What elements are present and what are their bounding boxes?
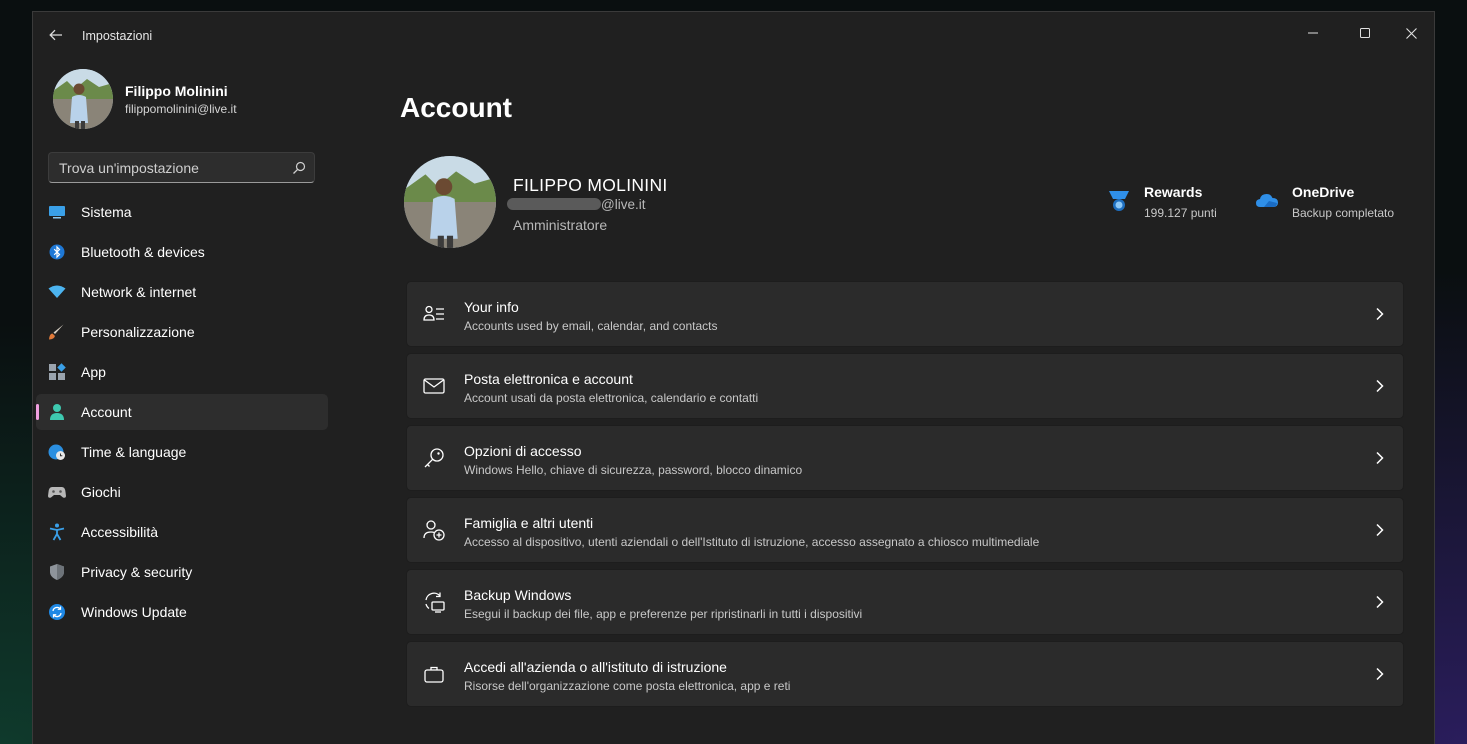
search-icon[interactable] xyxy=(292,161,306,175)
avatar xyxy=(53,69,113,129)
sidebar-item-privacy-security[interactable]: Privacy & security xyxy=(36,554,328,590)
account-role: Amministratore xyxy=(513,217,608,233)
sidebar-item-giochi[interactable]: Giochi xyxy=(36,474,328,510)
sidebar-item-network[interactable]: Network & internet xyxy=(36,274,328,310)
chevron-right-icon xyxy=(1376,523,1384,537)
card-family-users[interactable]: Famiglia e altri utenti Accesso al dispo… xyxy=(406,497,1404,563)
card-subtitle: Esegui il backup dei file, app e prefere… xyxy=(464,607,863,621)
account-email-suffix: @live.it xyxy=(601,197,646,212)
card-subtitle: Account usati da posta elettronica, cale… xyxy=(464,391,759,405)
sidebar-item-label: Giochi xyxy=(81,484,121,500)
close-icon xyxy=(1405,27,1417,39)
rewards-points: 199.127 punti xyxy=(1144,206,1217,220)
briefcase-icon xyxy=(424,666,444,683)
title-bar: Impostazioni xyxy=(33,12,1434,58)
shield-icon xyxy=(48,563,66,581)
maximize-icon xyxy=(1360,28,1370,38)
back-button[interactable] xyxy=(41,22,71,48)
active-indicator xyxy=(36,404,39,420)
person-info-icon xyxy=(423,305,444,321)
card-email-accounts[interactable]: Posta elettronica e account Account usat… xyxy=(406,353,1404,419)
settings-window: Impostazioni Filippo Molinini filippomol… xyxy=(32,11,1435,744)
sidebar-item-personalizzazione[interactable]: Personalizzazione xyxy=(36,314,328,350)
card-your-info[interactable]: Your info Accounts used by email, calend… xyxy=(406,281,1404,347)
person-icon xyxy=(48,403,66,421)
globe-clock-icon xyxy=(48,443,66,461)
card-subtitle: Accounts used by email, calendar, and co… xyxy=(464,319,718,333)
sidebar-item-app[interactable]: App xyxy=(36,354,328,390)
card-title: Posta elettronica e account xyxy=(464,371,633,387)
update-icon xyxy=(48,603,66,621)
sidebar-item-label: Personalizzazione xyxy=(81,324,195,340)
account-avatar xyxy=(404,156,496,248)
sidebar-item-label: Windows Update xyxy=(81,604,187,620)
card-windows-backup[interactable]: Backup Windows Esegui il backup dei file… xyxy=(406,569,1404,635)
account-email: @live.it xyxy=(507,197,645,212)
card-subtitle: Risorse dell'organizzazione come posta e… xyxy=(464,679,791,693)
page-title: Account xyxy=(400,92,512,123)
bluetooth-icon xyxy=(48,243,66,261)
chevron-right-icon xyxy=(1376,307,1384,321)
account-settings-list: Your info Accounts used by email, calend… xyxy=(406,281,1404,713)
search-box[interactable] xyxy=(48,152,315,183)
monitor-icon xyxy=(48,203,66,221)
account-name: FILIPPO MOLININI xyxy=(513,175,668,195)
sidebar-item-label: Account xyxy=(81,404,132,420)
search-input[interactable] xyxy=(49,153,299,182)
close-button[interactable] xyxy=(1389,18,1433,48)
chevron-right-icon xyxy=(1376,595,1384,609)
profile-email: filippomolinini@live.it xyxy=(125,102,237,116)
onedrive-status: Backup completato xyxy=(1292,206,1395,220)
card-title: Your info xyxy=(464,299,519,315)
onedrive-title: OneDrive xyxy=(1292,184,1355,200)
card-subtitle: Windows Hello, chiave di sicurezza, pass… xyxy=(464,463,803,477)
sidebar-nav: Sistema Bluetooth & devices Network & in… xyxy=(36,194,328,634)
onedrive-cloud-icon xyxy=(1256,194,1278,207)
sidebar-item-windows-update[interactable]: Windows Update xyxy=(36,594,328,630)
apps-icon xyxy=(48,363,66,381)
sidebar-item-label: Sistema xyxy=(81,204,132,220)
rewards-title: Rewards xyxy=(1144,184,1203,200)
card-title: Opzioni di accesso xyxy=(464,443,582,459)
maximize-button[interactable] xyxy=(1343,18,1387,48)
card-subtitle: Accesso al dispositivo, utenti aziendali… xyxy=(464,535,1040,549)
profile-name: Filippo Molinini xyxy=(125,83,228,99)
wifi-icon xyxy=(48,283,66,301)
rewards-medal-icon xyxy=(1109,191,1129,211)
chevron-right-icon xyxy=(1376,667,1384,681)
back-arrow-icon xyxy=(49,29,62,41)
card-sign-in-options[interactable]: Opzioni di accesso Windows Hello, chiave… xyxy=(406,425,1404,491)
card-title: Backup Windows xyxy=(464,587,572,603)
sidebar-item-time-language[interactable]: Time & language xyxy=(36,434,328,470)
sidebar-item-label: Time & language xyxy=(81,444,187,460)
sidebar-item-account[interactable]: Account xyxy=(36,394,328,430)
minimize-button[interactable] xyxy=(1291,18,1335,48)
sidebar-item-sistema[interactable]: Sistema xyxy=(36,194,328,230)
minimize-icon xyxy=(1308,32,1318,34)
card-title: Accedi all'azienda o all'istituto di ist… xyxy=(464,659,727,675)
gamepad-icon xyxy=(48,483,66,501)
card-title: Famiglia e altri utenti xyxy=(464,515,594,531)
chevron-right-icon xyxy=(1376,379,1384,393)
sidebar-item-label: Accessibilità xyxy=(81,524,159,540)
sidebar-item-label: Bluetooth & devices xyxy=(81,244,205,260)
person-add-icon xyxy=(423,520,445,541)
brush-icon xyxy=(48,323,66,341)
backup-icon xyxy=(425,592,445,613)
sidebar-item-accessibilita[interactable]: Accessibilità xyxy=(36,514,328,550)
sidebar-item-label: App xyxy=(81,364,106,380)
sidebar-item-bluetooth[interactable]: Bluetooth & devices xyxy=(36,234,328,270)
app-title: Impostazioni xyxy=(82,29,153,43)
key-icon xyxy=(424,448,444,468)
chevron-right-icon xyxy=(1376,451,1384,465)
redacted-email-part xyxy=(507,198,601,210)
mail-icon xyxy=(423,378,445,394)
accessibility-icon xyxy=(48,523,66,541)
card-work-school[interactable]: Accedi all'azienda o all'istituto di ist… xyxy=(406,641,1404,707)
sidebar-item-label: Privacy & security xyxy=(81,564,193,580)
sidebar-item-label: Network & internet xyxy=(81,284,197,300)
